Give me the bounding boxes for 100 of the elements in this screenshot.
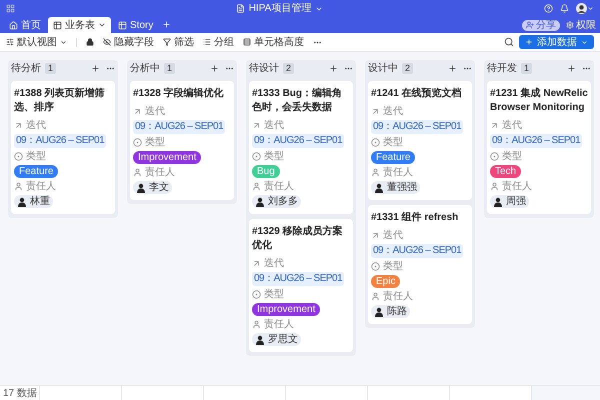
type-icon <box>14 152 23 161</box>
field-label: 迭代 <box>383 106 403 117</box>
iteration-chip: 09：AUG26 – SEP01 <box>252 272 344 286</box>
person-icon <box>252 320 261 329</box>
field-label: 类型 <box>383 261 403 272</box>
bell-icon[interactable] <box>560 4 569 13</box>
task-card[interactable]: #1329 移除成员方案优化 迭代 09：AUG26 – SEP01 类型 Improvement 责任人 罗思文 <box>249 219 353 352</box>
field-label: 迭代 <box>383 230 403 241</box>
iteration-chip: 09：AUG26 – SEP01 <box>490 134 582 148</box>
column-count: 1 <box>45 62 56 74</box>
type-tag: Improvement <box>133 151 202 164</box>
help-icon[interactable] <box>544 4 553 13</box>
owner-name: 罗思文 <box>268 333 298 346</box>
task-card[interactable]: #1328 字段编辑优化 迭代 09：AUG26 – SEP01 类型 Improvement 责任人 李文 <box>130 81 234 200</box>
type-tag: Bug <box>252 165 280 178</box>
card-title: #1328 字段编辑优化 <box>133 87 225 101</box>
add-card-icon[interactable] <box>329 64 338 72</box>
owner-name: 刘多多 <box>268 195 298 208</box>
owner-name: 董强强 <box>387 181 417 194</box>
field-label: 迭代 <box>502 120 522 131</box>
column-title: 待设计 <box>249 62 279 76</box>
type-tag: Epic <box>371 275 400 288</box>
field-label: 类型 <box>264 151 284 162</box>
card-title: #1329 移除成员方案优化 <box>252 225 344 253</box>
home-icon <box>9 20 18 30</box>
owner-name: 陈路 <box>387 305 407 318</box>
add-data-button[interactable]: 添加数据 <box>519 35 594 49</box>
field-label: 责任人 <box>26 181 56 192</box>
add-card-icon[interactable] <box>210 64 219 72</box>
field-label: 迭代 <box>264 258 284 269</box>
iteration-chip: 09：AUG26 – SEP01 <box>371 120 464 134</box>
eye-off-icon <box>103 38 111 46</box>
arrow-icon <box>490 121 499 130</box>
column-title: 待开发 <box>487 62 517 76</box>
rows-icon <box>243 38 251 46</box>
type-icon <box>133 138 142 147</box>
field-label: 类型 <box>502 151 522 162</box>
apps-icon[interactable] <box>6 4 15 13</box>
add-card-icon[interactable] <box>448 64 457 72</box>
column-count: 2 <box>402 62 414 74</box>
field-label: 类型 <box>26 151 46 162</box>
task-card[interactable]: #1333 Bug：编辑角色时，会丢失数据 迭代 09：AUG26 – SEP01 类型 Bug 责任人 刘多多 <box>249 81 353 214</box>
toolbar-button[interactable]: 单元格高度 <box>243 34 304 50</box>
avatar-icon[interactable] <box>576 3 587 14</box>
caret-icon[interactable] <box>98 21 106 29</box>
toolbar-button[interactable]: 隐藏字段 <box>103 34 154 50</box>
field-label: 责任人 <box>383 167 413 178</box>
field-label: 责任人 <box>145 167 175 178</box>
permission-button[interactable]: 权限 <box>566 20 596 30</box>
person-icon <box>14 182 23 191</box>
field-label: 迭代 <box>26 120 46 131</box>
avatar-icon <box>374 306 384 316</box>
filter-icon <box>163 38 171 46</box>
add-card-icon[interactable] <box>91 64 100 72</box>
caret-icon <box>60 38 67 46</box>
arrow-icon <box>371 107 380 116</box>
document-icon <box>236 4 245 13</box>
iteration-chip: 09：AUG26 – SEP01 <box>14 134 106 148</box>
task-card[interactable]: #1388 列表页新增筛选、排序 迭代 09：AUG26 – SEP01 类型 Feature 责任人 林重 <box>11 81 115 214</box>
column-count: 2 <box>283 62 294 74</box>
owner-name: 林重 <box>30 195 50 208</box>
add-tab-icon[interactable] <box>162 20 172 29</box>
avatar-icon <box>493 196 503 206</box>
arrow-icon <box>14 121 23 130</box>
field-label: 责任人 <box>383 291 413 302</box>
plus-icon <box>525 38 533 46</box>
toolbar-button[interactable]: 分组 <box>203 34 234 50</box>
tab[interactable]: 业务表 <box>48 17 111 33</box>
task-card[interactable]: #1241 在线预览文档 迭代 09：AUG26 – SEP01 类型 Feature 责任人 董强强 <box>368 81 472 200</box>
arrow-icon <box>371 231 380 240</box>
share-button[interactable]: 分享 <box>522 20 560 30</box>
caret-icon[interactable] <box>586 5 594 12</box>
tab[interactable]: Story <box>113 17 158 33</box>
field-label: 类型 <box>145 137 165 148</box>
toolbar-button[interactable]: 筛选 <box>163 34 194 50</box>
field-label: 迭代 <box>264 120 284 131</box>
card-title: #1333 Bug：编辑角色时，会丢失数据 <box>252 87 344 115</box>
field-label: 责任人 <box>264 181 294 192</box>
tab[interactable]: 首页 <box>4 17 46 33</box>
person-icon <box>133 168 142 177</box>
view-selector[interactable]: 默认视图 <box>6 34 67 50</box>
avatar-icon <box>136 182 146 192</box>
person-icon <box>252 182 261 191</box>
field-label: 责任人 <box>264 319 294 330</box>
list-icon <box>203 38 211 46</box>
lock-icon[interactable] <box>86 38 94 46</box>
card-title: #1231 集成 NewRelic Browser Monitoring <box>490 87 588 115</box>
task-card[interactable]: #1231 集成 NewRelic Browser Monitoring 迭代 09：AUG26 – SEP01 类型 Tech 责任人 周强 <box>487 81 591 214</box>
task-card[interactable]: #1331 组件 refresh 迭代 09：AUG26 – SEP01 类型 Epic 责任人 陈路 <box>368 205 472 324</box>
add-card-icon[interactable] <box>567 64 576 72</box>
type-icon <box>490 152 499 161</box>
settings-icon <box>566 21 574 29</box>
card-title: #1241 在线预览文档 <box>371 87 463 101</box>
arrow-icon <box>252 259 261 268</box>
field-label: 类型 <box>264 289 284 300</box>
card-title: #1331 组件 refresh <box>371 211 460 225</box>
type-tag: Feature <box>14 165 58 178</box>
iteration-chip: 09：AUG26 – SEP01 <box>252 134 344 148</box>
search-icon[interactable] <box>504 37 514 47</box>
caret-icon <box>581 38 588 46</box>
